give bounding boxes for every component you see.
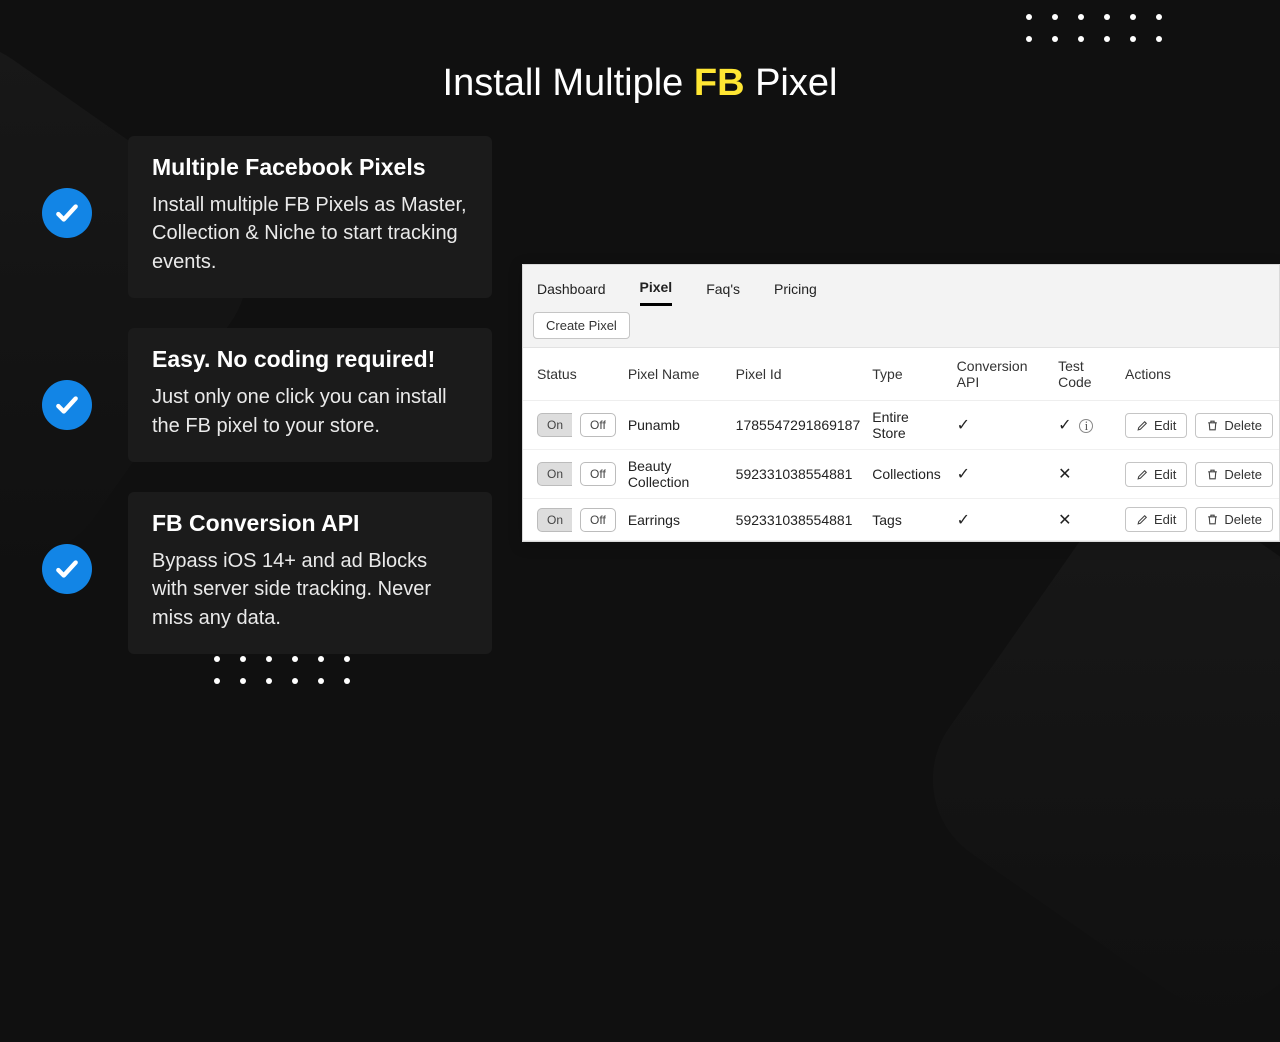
check-icon: ✓ bbox=[957, 512, 970, 529]
test-code-status: ✕ bbox=[1052, 450, 1119, 499]
pixel-type: Entire Store bbox=[866, 401, 950, 450]
features-column: Multiple Facebook Pixels Install multiple… bbox=[42, 136, 492, 684]
delete-button[interactable]: Delete bbox=[1195, 462, 1273, 487]
feature-card: Multiple Facebook Pixels Install multiple… bbox=[128, 136, 492, 298]
feature-card: Easy. No coding required! Just only one c… bbox=[128, 328, 492, 462]
table-row: OnOffBeauty Collection592331038554881Col… bbox=[523, 450, 1279, 499]
column-header: Test Code bbox=[1052, 348, 1119, 401]
pixel-id: 1785547291869187 bbox=[730, 401, 867, 450]
page-title: Install Multiple FB Pixel bbox=[0, 62, 1280, 105]
check-icon: ✓ bbox=[957, 466, 970, 483]
test-code-status: ✕ bbox=[1052, 499, 1119, 541]
check-icon bbox=[42, 188, 92, 238]
check-icon: ✓ bbox=[1058, 417, 1071, 434]
delete-button[interactable]: Delete bbox=[1195, 507, 1273, 532]
pixel-type: Collections bbox=[866, 450, 950, 499]
column-header: Type bbox=[866, 348, 950, 401]
create-pixel-button[interactable]: Create Pixel bbox=[533, 312, 630, 339]
pixel-type: Tags bbox=[866, 499, 950, 541]
column-header: Status bbox=[523, 348, 622, 401]
tab-pixel[interactable]: Pixel bbox=[640, 275, 673, 306]
edit-button[interactable]: Edit bbox=[1125, 507, 1187, 532]
pixel-name: Beauty Collection bbox=[622, 450, 730, 499]
feature-body: Just only one click you can install the … bbox=[152, 383, 468, 440]
column-header: Pixel Name bbox=[622, 348, 730, 401]
pixel-table: StatusPixel NamePixel IdTypeConversion A… bbox=[523, 347, 1279, 541]
feature-title: Multiple Facebook Pixels bbox=[152, 154, 468, 181]
table-row: OnOffEarrings592331038554881Tags ✓ ✕ Edit De… bbox=[523, 499, 1279, 541]
capi-status: ✓ bbox=[951, 499, 1052, 541]
deco-dots-top bbox=[1026, 14, 1170, 50]
tabs-bar: Dashboard Pixel Faq's Pricing bbox=[523, 265, 1279, 308]
edit-button[interactable]: Edit bbox=[1125, 413, 1187, 438]
tab-faqs[interactable]: Faq's bbox=[706, 277, 740, 305]
x-icon: ✕ bbox=[1058, 512, 1071, 529]
column-header: Pixel Id bbox=[730, 348, 867, 401]
pixel-name: Earrings bbox=[622, 499, 730, 541]
tab-dashboard[interactable]: Dashboard bbox=[537, 277, 606, 305]
pixel-panel: DashboardPixelFaq'sPricing Create Pixel … bbox=[522, 264, 1280, 542]
feature-body: Bypass iOS 14+ and ad Blocks with server… bbox=[152, 547, 468, 632]
check-icon: ✓ bbox=[957, 417, 970, 434]
pixel-name: Punamb bbox=[622, 401, 730, 450]
capi-status: ✓ bbox=[951, 450, 1052, 499]
check-icon bbox=[42, 380, 92, 430]
feature-title: Easy. No coding required! bbox=[152, 346, 468, 373]
tab-pricing[interactable]: Pricing bbox=[774, 277, 817, 305]
x-icon: ✕ bbox=[1058, 466, 1071, 483]
check-icon bbox=[42, 544, 92, 594]
status-toggle[interactable]: OnOff bbox=[537, 462, 616, 486]
pixel-id: 592331038554881 bbox=[730, 450, 867, 499]
capi-status: ✓ bbox=[951, 401, 1052, 450]
column-header: Actions bbox=[1119, 348, 1279, 401]
status-toggle[interactable]: OnOff bbox=[537, 508, 616, 532]
status-toggle[interactable]: OnOff bbox=[537, 413, 616, 437]
background-shape-2 bbox=[898, 458, 1280, 1042]
table-row: OnOffPunamb1785547291869187Entire Store ✓… bbox=[523, 401, 1279, 450]
column-header: Conversion API bbox=[951, 348, 1052, 401]
info-icon[interactable]: i bbox=[1079, 419, 1093, 433]
feature-title: FB Conversion API bbox=[152, 510, 468, 537]
edit-button[interactable]: Edit bbox=[1125, 462, 1187, 487]
feature-card: FB Conversion API Bypass iOS 14+ and ad B… bbox=[128, 492, 492, 654]
pixel-id: 592331038554881 bbox=[730, 499, 867, 541]
delete-button[interactable]: Delete bbox=[1195, 413, 1273, 438]
feature-body: Install multiple FB Pixels as Master, Co… bbox=[152, 191, 468, 276]
test-code-status: ✓ i bbox=[1052, 401, 1119, 450]
